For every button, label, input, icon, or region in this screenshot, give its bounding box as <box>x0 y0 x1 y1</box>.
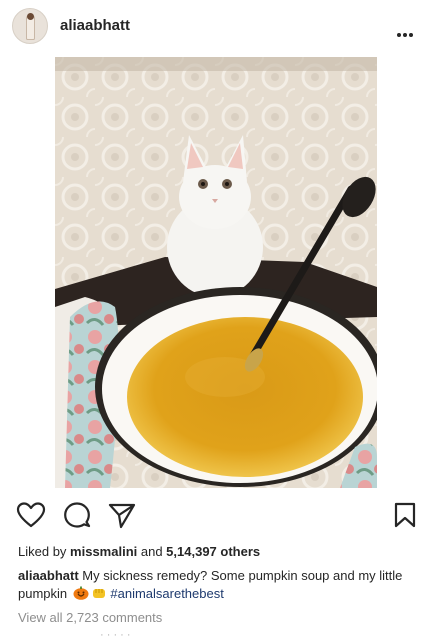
likes-summary[interactable]: Liked by missmalini and 5,14,397 others <box>18 544 260 559</box>
send-icon[interactable] <box>107 500 137 530</box>
heart-icon[interactable] <box>16 500 46 530</box>
likes-middle: and <box>137 544 167 559</box>
avatar[interactable] <box>12 8 48 44</box>
likes-user[interactable]: missmalini <box>70 544 137 559</box>
cropped-next-line: · · · · · <box>100 632 131 638</box>
post-photo[interactable] <box>55 57 377 488</box>
likes-count[interactable]: 5,14,397 others <box>166 544 260 559</box>
avatar-head <box>27 13 34 20</box>
post-actions <box>0 500 431 534</box>
pumpkin-emoji-icon <box>73 586 89 600</box>
likes-prefix: Liked by <box>18 544 71 559</box>
caption-username[interactable]: aliaabhatt <box>18 568 79 583</box>
view-all-comments-link[interactable]: View all 2,723 comments <box>18 610 162 625</box>
more-options-icon[interactable] <box>397 24 415 37</box>
comment-icon[interactable] <box>62 500 92 530</box>
post-header: aliaabhatt <box>0 0 431 52</box>
post-photo-art <box>55 57 377 488</box>
post-username[interactable]: aliaabhatt <box>60 17 130 34</box>
bookmark-icon[interactable] <box>390 500 420 530</box>
post-caption: aliaabhatt My sickness remedy? Some pump… <box>18 567 418 603</box>
caption-hashtag[interactable]: #animalsarethebest <box>110 586 223 601</box>
punch-emoji-icon <box>91 586 107 600</box>
